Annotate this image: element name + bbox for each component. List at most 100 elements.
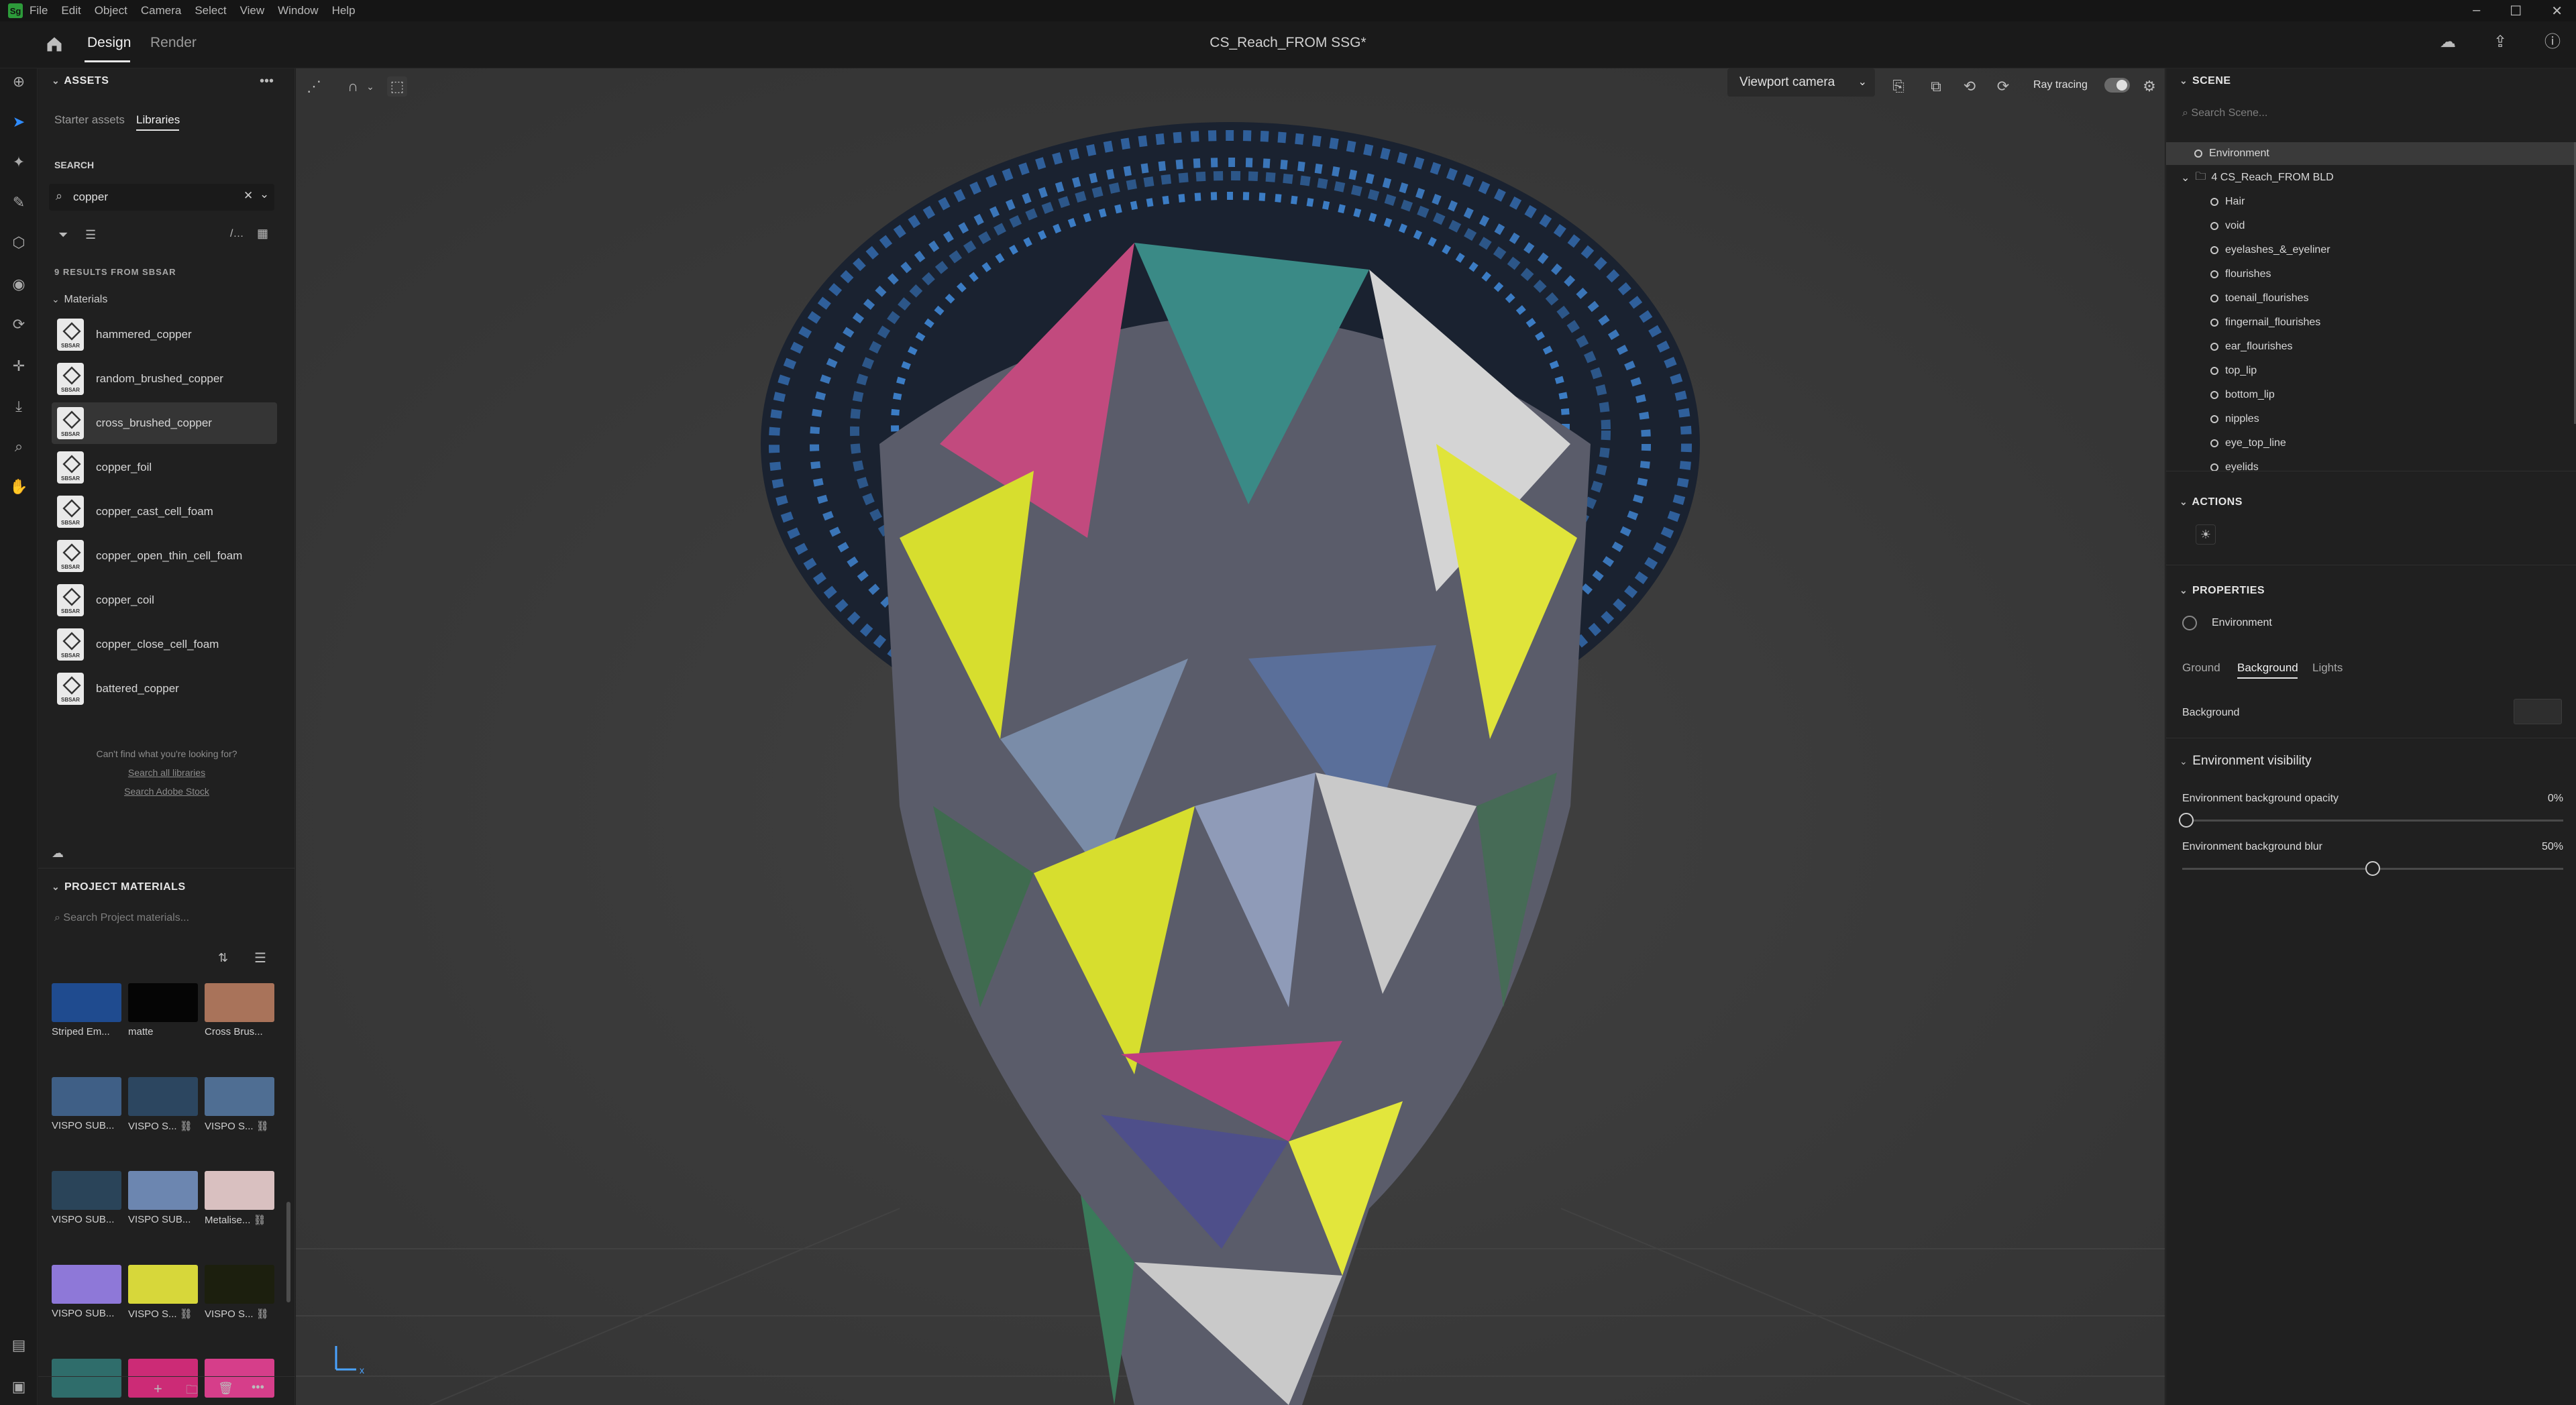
material-thumbnail[interactable]: [52, 1359, 121, 1402]
search-all-libraries-link[interactable]: Search all libraries: [38, 767, 295, 778]
add-icon[interactable]: ⊕: [8, 71, 30, 93]
orbit-icon[interactable]: ⟳: [8, 314, 30, 335]
transform-icon[interactable]: ⋰: [304, 76, 324, 97]
opacity-slider-knob[interactable]: [2179, 813, 2194, 828]
opacity-slider-track[interactable]: [2182, 820, 2563, 822]
material-thumbnail[interactable]: VISPO S... ⛓: [205, 1265, 274, 1320]
brush-icon[interactable]: ✎: [8, 192, 30, 213]
material-thumbnail[interactable]: VISPO S... ⛓: [205, 1077, 274, 1132]
menu-help[interactable]: Help: [332, 4, 356, 17]
toolbox-icon[interactable]: ▣: [8, 1376, 30, 1398]
chevron-down-icon[interactable]: ⌄: [360, 76, 380, 97]
chevron-down-icon[interactable]: ⌄: [2181, 171, 2190, 184]
sort-icon[interactable]: ⇅: [218, 951, 228, 965]
add-material-icon[interactable]: +: [154, 1380, 162, 1398]
menu-window[interactable]: Window: [278, 4, 318, 17]
ray-tracing-toggle[interactable]: [2104, 78, 2130, 93]
blur-slider-knob[interactable]: [2365, 861, 2380, 876]
scene-item[interactable]: eyelids: [2166, 456, 2576, 479]
menu-file[interactable]: File: [30, 4, 48, 17]
tab-starter-assets[interactable]: Starter assets: [54, 113, 125, 127]
menu-edit[interactable]: Edit: [61, 4, 80, 17]
list-view-icon[interactable]: ☰: [254, 950, 266, 966]
scene-item[interactable]: ⌄ 🗀 4 CS_Reach_FROM BLD: [2166, 166, 2576, 189]
scene-header[interactable]: ⌄ SCENE: [2180, 75, 2231, 87]
render-settings-icon[interactable]: ⚙: [2139, 76, 2159, 97]
trash-icon[interactable]: 🗑: [218, 1382, 233, 1396]
viewport-camera-select[interactable]: Viewport camera ⌄: [1727, 68, 1875, 97]
tab-background[interactable]: Background: [2237, 661, 2298, 675]
cloud-sync-icon[interactable]: ☁: [2438, 32, 2458, 52]
sort-icon[interactable]: ☰: [85, 228, 96, 242]
clear-search-icon[interactable]: ✕: [244, 189, 253, 203]
material-thumbnail[interactable]: Cross Brus...: [205, 983, 274, 1037]
help-icon[interactable]: ⓘ: [2542, 32, 2563, 52]
paint-tool-icon[interactable]: ⬚: [387, 76, 407, 97]
scene-item[interactable]: eyelashes_&_eyeliner: [2166, 239, 2576, 262]
filter-icon[interactable]: ⏷: [58, 228, 68, 242]
eye-icon[interactable]: ◉: [8, 274, 30, 295]
search-adobe-stock-link[interactable]: Search Adobe Stock: [38, 786, 295, 797]
project-materials-search[interactable]: ⌕ Search Project materials...: [54, 912, 189, 924]
zoom-icon[interactable]: ⌕: [8, 436, 30, 457]
material-item[interactable]: SBSAR battered_copper: [52, 668, 277, 710]
rotate-icon[interactable]: ⟲: [1960, 76, 1980, 97]
material-item[interactable]: SBSAR random_brushed_copper: [52, 358, 277, 400]
material-thumbnail[interactable]: matte: [128, 983, 198, 1037]
select-tool-icon[interactable]: ➤: [8, 111, 30, 133]
material-thumbnail[interactable]: VISPO S... ⛓: [128, 1265, 198, 1320]
cube-icon[interactable]: ⬡: [8, 232, 30, 254]
materials-group-header[interactable]: ⌄ Materials: [52, 294, 107, 306]
properties-header[interactable]: ⌄ PROPERTIES: [2180, 585, 2265, 597]
material-thumbnail[interactable]: VISPO S... ⛓: [128, 1077, 198, 1132]
environment-visibility-header[interactable]: ⌄ Environment visibility: [2180, 754, 2312, 769]
camera-bookmark-icon[interactable]: ⎘: [1888, 76, 1909, 97]
material-item[interactable]: SBSAR copper_cast_cell_foam: [52, 491, 277, 532]
light-action-icon[interactable]: ☀: [2196, 524, 2216, 545]
reset-view-icon[interactable]: ⟳: [1993, 76, 2013, 97]
project-materials-header[interactable]: ⌄ PROJECT MATERIALS: [52, 881, 186, 893]
scene-item[interactable]: bottom_lip: [2166, 384, 2576, 406]
material-thumbnail[interactable]: VISPO SUB...: [52, 1171, 121, 1225]
scene-item[interactable]: ear_flourishes: [2166, 335, 2576, 358]
magic-wand-icon[interactable]: ✦: [8, 152, 30, 173]
scene-item[interactable]: flourishes: [2166, 263, 2576, 286]
material-thumbnail[interactable]: Striped Em...: [52, 983, 121, 1037]
frame-icon[interactable]: ⧉: [1926, 76, 1946, 97]
chevron-down-icon[interactable]: ⌄: [260, 188, 269, 201]
tab-libraries[interactable]: Libraries: [136, 113, 180, 127]
assets-header[interactable]: ⌄ ASSETS: [52, 75, 109, 87]
tab-ground[interactable]: Ground: [2182, 661, 2220, 675]
material-thumbnail[interactable]: VISPO SUB...: [52, 1077, 121, 1131]
path-icon[interactable]: /…: [230, 228, 244, 240]
close-window-button[interactable]: ✕: [2551, 3, 2563, 19]
material-thumbnail[interactable]: Metalise... ⛓: [205, 1171, 274, 1226]
scene-item[interactable]: top_lip: [2166, 359, 2576, 382]
more-options-icon[interactable]: •••: [260, 74, 274, 89]
maximize-button[interactable]: ☐: [2510, 3, 2522, 19]
grid-view-icon[interactable]: ▦: [257, 227, 268, 241]
3d-viewport[interactable]: x: [296, 68, 2165, 1405]
scene-item[interactable]: eye_top_line: [2166, 432, 2576, 455]
material-item[interactable]: SBSAR copper_close_cell_foam: [52, 624, 277, 665]
menu-camera[interactable]: Camera: [141, 4, 181, 17]
scene-item[interactable]: Hair: [2166, 190, 2576, 213]
scene-item[interactable]: nipples: [2166, 408, 2576, 431]
actions-header[interactable]: ⌄ ACTIONS: [2180, 496, 2243, 508]
move-icon[interactable]: ✛: [8, 355, 30, 377]
hand-icon[interactable]: ✋: [8, 476, 30, 498]
menu-select[interactable]: Select: [195, 4, 226, 17]
tab-lights[interactable]: Lights: [2312, 661, 2343, 675]
material-item[interactable]: SBSAR copper_open_thin_cell_foam: [52, 535, 277, 577]
scene-search-input[interactable]: ⌕ Search Scene...: [2182, 107, 2267, 119]
material-thumbnail[interactable]: VISPO SUB...: [52, 1265, 121, 1319]
archive-icon[interactable]: ▤: [8, 1335, 30, 1356]
share-icon[interactable]: ⇪: [2490, 32, 2510, 52]
scene-item[interactable]: toenail_flourishes: [2166, 287, 2576, 310]
more-options-icon[interactable]: •••: [252, 1380, 264, 1394]
material-thumbnail[interactable]: VISPO SUB...: [128, 1171, 198, 1225]
material-item[interactable]: SBSAR hammered_copper: [52, 314, 277, 355]
library-search-input[interactable]: ⌕ copper ✕ ⌄: [49, 184, 274, 211]
material-item-selected[interactable]: SBSAR cross_brushed_copper: [52, 402, 277, 444]
minimize-button[interactable]: –: [2473, 3, 2480, 19]
